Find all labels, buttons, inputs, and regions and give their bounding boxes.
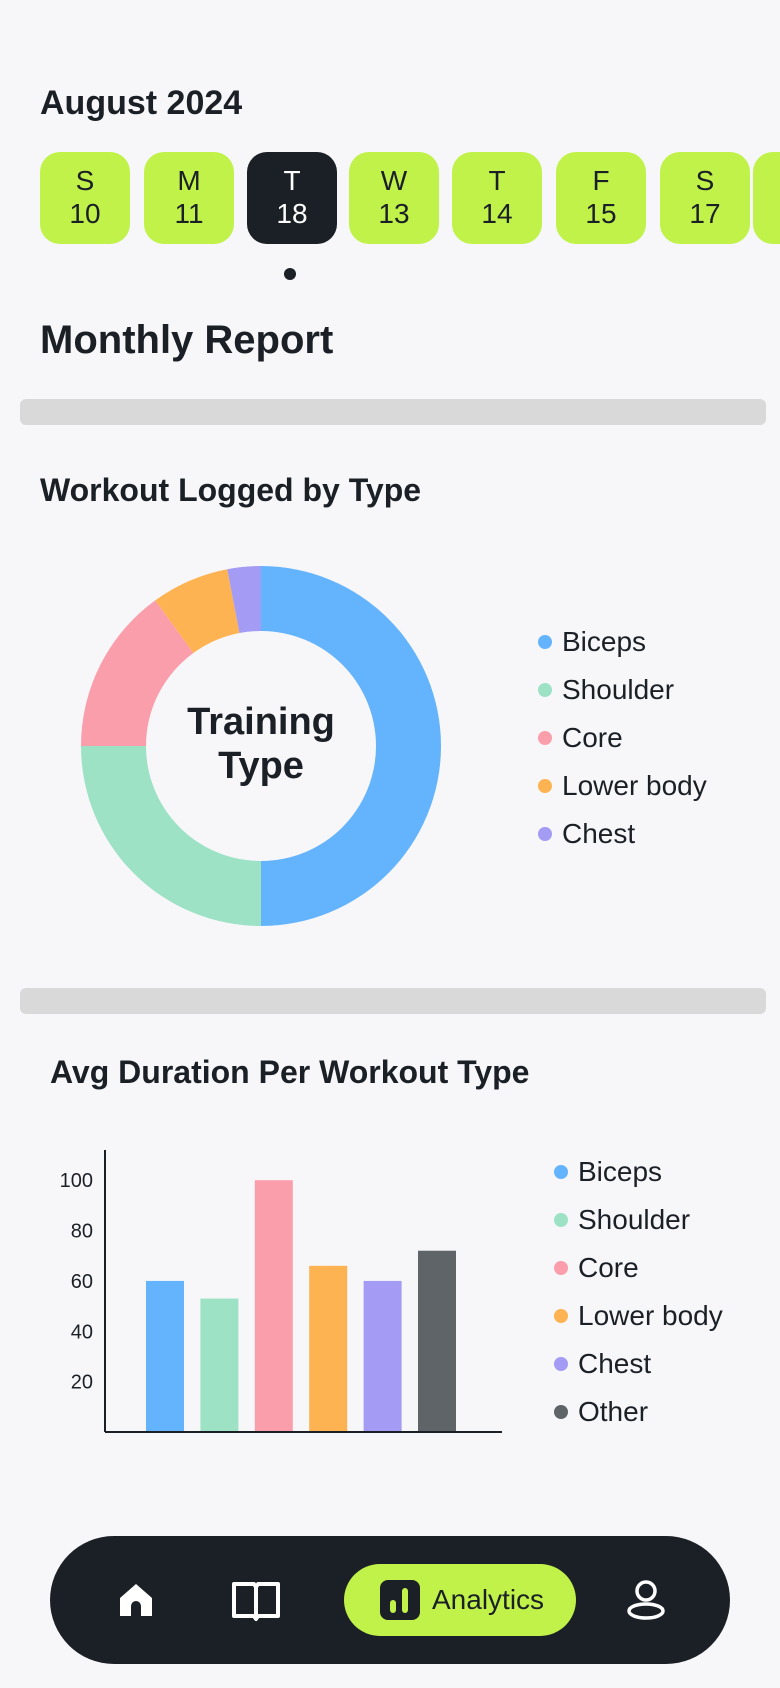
legend-dot-shoulder	[554, 1213, 568, 1227]
legend-item: Chest	[538, 810, 707, 858]
section-title: Monthly Report	[40, 318, 334, 362]
bar-chart: 20 40 60 80 100	[60, 1150, 502, 1433]
donut-center-label: Training Type	[78, 700, 444, 788]
nav-home-button[interactable]	[104, 1568, 168, 1632]
y-tick-label: 80	[71, 1221, 93, 1243]
legend-dot-lower-body	[554, 1309, 568, 1323]
legend-dot-shoulder	[538, 683, 552, 697]
legend-dot-chest	[538, 827, 552, 841]
legend-label: Biceps	[562, 626, 647, 657]
legend-label: Shoulder	[578, 1204, 691, 1235]
date-pill[interactable]: T 14	[452, 152, 542, 244]
legend-label: Biceps	[578, 1156, 663, 1187]
date-day: M	[177, 165, 201, 196]
donut-card-title: Workout Logged by Type	[40, 472, 422, 508]
user-icon	[627, 1580, 665, 1620]
bar-card-title: Avg Duration Per Workout Type	[50, 1054, 530, 1090]
legend-item: Lower body	[538, 762, 707, 810]
date-pill-partial[interactable]	[753, 152, 780, 244]
bottom-nav: Analytics	[50, 1536, 730, 1664]
legend-item: Shoulder	[554, 1196, 723, 1244]
legend-label: Shoulder	[562, 674, 675, 705]
donut-legend: Biceps Shoulder Core Lower body Chest	[538, 618, 707, 858]
date-number: 18	[276, 198, 308, 229]
date-day: W	[380, 165, 408, 196]
date-day: T	[488, 165, 506, 196]
month-title: August 2024	[40, 84, 243, 122]
bar-chart-icon	[380, 1580, 420, 1620]
legend-item: Chest	[554, 1340, 723, 1388]
legend-dot-other	[554, 1405, 568, 1419]
date-pill[interactable]: M 11	[144, 152, 234, 244]
date-number: 14	[481, 198, 513, 229]
nav-library-button[interactable]	[224, 1568, 288, 1632]
legend-label: Lower body	[578, 1300, 723, 1331]
legend-item: Core	[554, 1244, 723, 1292]
bar-other	[418, 1250, 456, 1431]
legend-dot-chest	[554, 1357, 568, 1371]
bar-lower-body	[309, 1265, 348, 1431]
legend-dot-core	[554, 1261, 568, 1275]
date-day: F	[592, 165, 610, 196]
nav-profile-button[interactable]	[614, 1568, 678, 1632]
legend-label: Core	[562, 722, 623, 753]
date-number: 10	[69, 198, 101, 229]
nav-analytics-label: Analytics	[432, 1584, 545, 1615]
selected-date-indicator	[284, 268, 296, 280]
date-day: T	[283, 165, 301, 196]
legend-item: Core	[538, 714, 707, 762]
legend-item: Biceps	[538, 618, 707, 666]
bar-shoulder	[200, 1298, 239, 1431]
legend-label: Other	[578, 1396, 649, 1427]
date-pill[interactable]: F 15	[556, 152, 646, 244]
donut-center-line2: Type	[218, 745, 304, 787]
legend-item: Other	[554, 1388, 723, 1436]
date-pill[interactable]: S 10	[40, 152, 130, 244]
legend-dot-lower-body	[538, 779, 552, 793]
legend-item: Biceps	[554, 1148, 723, 1196]
legend-item: Lower body	[554, 1292, 723, 1340]
date-pill-selected[interactable]: T 18	[247, 152, 337, 244]
divider	[20, 399, 766, 425]
date-number: 17	[689, 198, 721, 229]
date-number: 13	[378, 198, 410, 229]
legend-label: Lower body	[562, 770, 707, 801]
date-number: 15	[585, 198, 617, 229]
y-tick-label: 40	[71, 1321, 93, 1343]
bar-core	[254, 1180, 293, 1431]
date-pill[interactable]: W 13	[349, 152, 439, 244]
date-pill[interactable]: S 17	[660, 152, 750, 244]
book-icon	[232, 1582, 280, 1621]
bar-legend: Biceps Shoulder Core Lower body Chest Ot…	[554, 1148, 723, 1436]
date-strip[interactable]: S 10 M 11 T 18 W 13 T 14 F 15 S 17	[40, 152, 780, 244]
legend-item: Shoulder	[538, 666, 707, 714]
y-tick-label: 100	[60, 1170, 93, 1192]
date-number: 11	[174, 198, 204, 229]
legend-label: Chest	[578, 1348, 652, 1379]
legend-label: Core	[578, 1252, 639, 1283]
legend-dot-core	[538, 731, 552, 745]
donut-center-line1: Training	[187, 701, 335, 743]
legend-label: Chest	[562, 818, 636, 849]
legend-dot-biceps	[538, 635, 552, 649]
date-day: S	[75, 165, 95, 196]
divider	[20, 988, 766, 1014]
y-tick-label: 20	[71, 1372, 93, 1394]
legend-dot-biceps	[554, 1165, 568, 1179]
nav-analytics-button[interactable]: Analytics	[344, 1564, 576, 1636]
date-day: S	[695, 165, 715, 196]
home-icon	[120, 1584, 152, 1616]
bar-biceps	[146, 1280, 184, 1431]
y-tick-label: 60	[71, 1271, 93, 1293]
bar-chest	[363, 1280, 402, 1431]
